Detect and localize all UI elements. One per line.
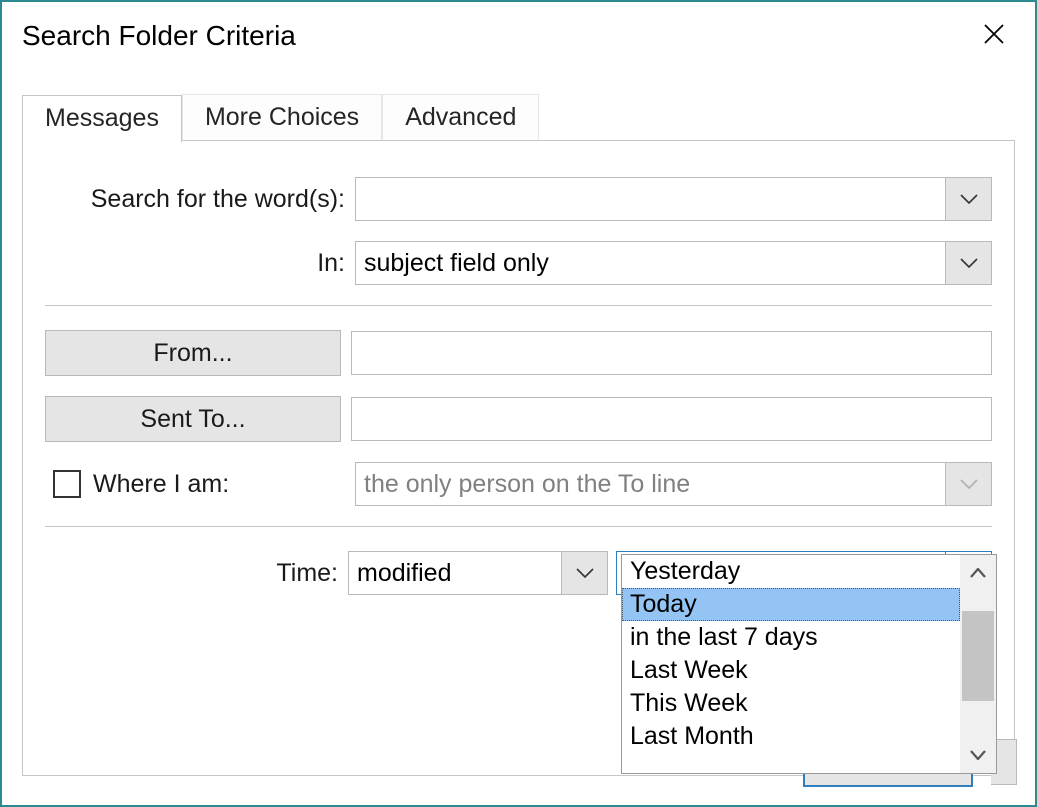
label-time: Time: <box>45 559 348 588</box>
scroll-track[interactable] <box>960 591 996 737</box>
time-value-dropdown-items: Yesterday Today in the last 7 days Last … <box>622 555 960 773</box>
sent-to-input[interactable] <box>351 397 992 441</box>
chevron-up-icon <box>970 568 986 578</box>
scroll-up-button[interactable] <box>960 555 996 591</box>
chevron-down-icon <box>960 194 978 204</box>
dropdown-item[interactable]: Last Month <box>622 720 960 753</box>
close-button[interactable] <box>973 15 1015 58</box>
separator <box>45 526 992 527</box>
window-title: Search Folder Criteria <box>22 20 296 52</box>
where-i-am-combo: the only person on the To line <box>355 462 992 506</box>
row-where-i-am: Where I am: the only person on the To li… <box>45 462 992 506</box>
label-where-i-am: Where I am: <box>93 470 229 499</box>
time-field-dropdown-button[interactable] <box>561 552 607 594</box>
row-search-for: Search for the word(s): <box>45 177 992 221</box>
in-dropdown-button[interactable] <box>945 242 991 284</box>
label-search-for: Search for the word(s): <box>45 185 355 214</box>
row-sent-to: Sent To... <box>45 396 992 442</box>
row-from: From... <box>45 330 992 376</box>
in-value: subject field only <box>356 242 945 284</box>
separator <box>45 305 992 306</box>
tab-messages[interactable]: Messages <box>22 95 182 142</box>
from-input[interactable] <box>351 331 992 375</box>
where-i-am-value: the only person on the To line <box>356 463 945 505</box>
label-in: In: <box>45 249 355 278</box>
dropdown-item[interactable]: Last Week <box>622 654 960 687</box>
tab-advanced[interactable]: Advanced <box>382 94 539 141</box>
time-field-combo[interactable]: modified <box>348 551 608 595</box>
close-icon <box>983 23 1005 45</box>
titlebar: Search Folder Criteria <box>2 2 1035 66</box>
search-for-dropdown-button[interactable] <box>945 178 991 220</box>
dropdown-item[interactable]: Yesterday <box>622 555 960 588</box>
from-button[interactable]: From... <box>45 330 341 376</box>
dropdown-item[interactable]: Today <box>622 588 960 621</box>
chevron-down-icon <box>960 258 978 268</box>
sent-to-button[interactable]: Sent To... <box>45 396 341 442</box>
time-field-value: modified <box>349 552 561 594</box>
chevron-down-icon <box>970 750 986 760</box>
scroll-thumb[interactable] <box>962 611 994 701</box>
content: Messages More Choices Advanced Search fo… <box>2 66 1035 776</box>
tab-panel-messages: Search for the word(s): In: subject fiel… <box>22 141 1015 776</box>
in-combo[interactable]: subject field only <box>355 241 992 285</box>
where-i-am-checkbox[interactable] <box>53 470 81 498</box>
search-for-combo[interactable] <box>355 177 992 221</box>
tab-more-choices[interactable]: More Choices <box>182 94 382 141</box>
chevron-down-icon <box>576 568 594 578</box>
time-value-dropdown-list[interactable]: Yesterday Today in the last 7 days Last … <box>621 554 997 774</box>
scroll-down-button[interactable] <box>960 737 996 773</box>
dropdown-item[interactable]: in the last 7 days <box>622 621 960 654</box>
where-i-am-dropdown-button <box>945 463 991 505</box>
dropdown-item[interactable]: This Week <box>622 687 960 720</box>
dropdown-scrollbar[interactable] <box>960 555 996 773</box>
search-for-value[interactable] <box>356 178 945 220</box>
tab-strip: Messages More Choices Advanced <box>22 94 1015 141</box>
row-in: In: subject field only <box>45 241 992 285</box>
chevron-down-icon <box>960 479 978 489</box>
